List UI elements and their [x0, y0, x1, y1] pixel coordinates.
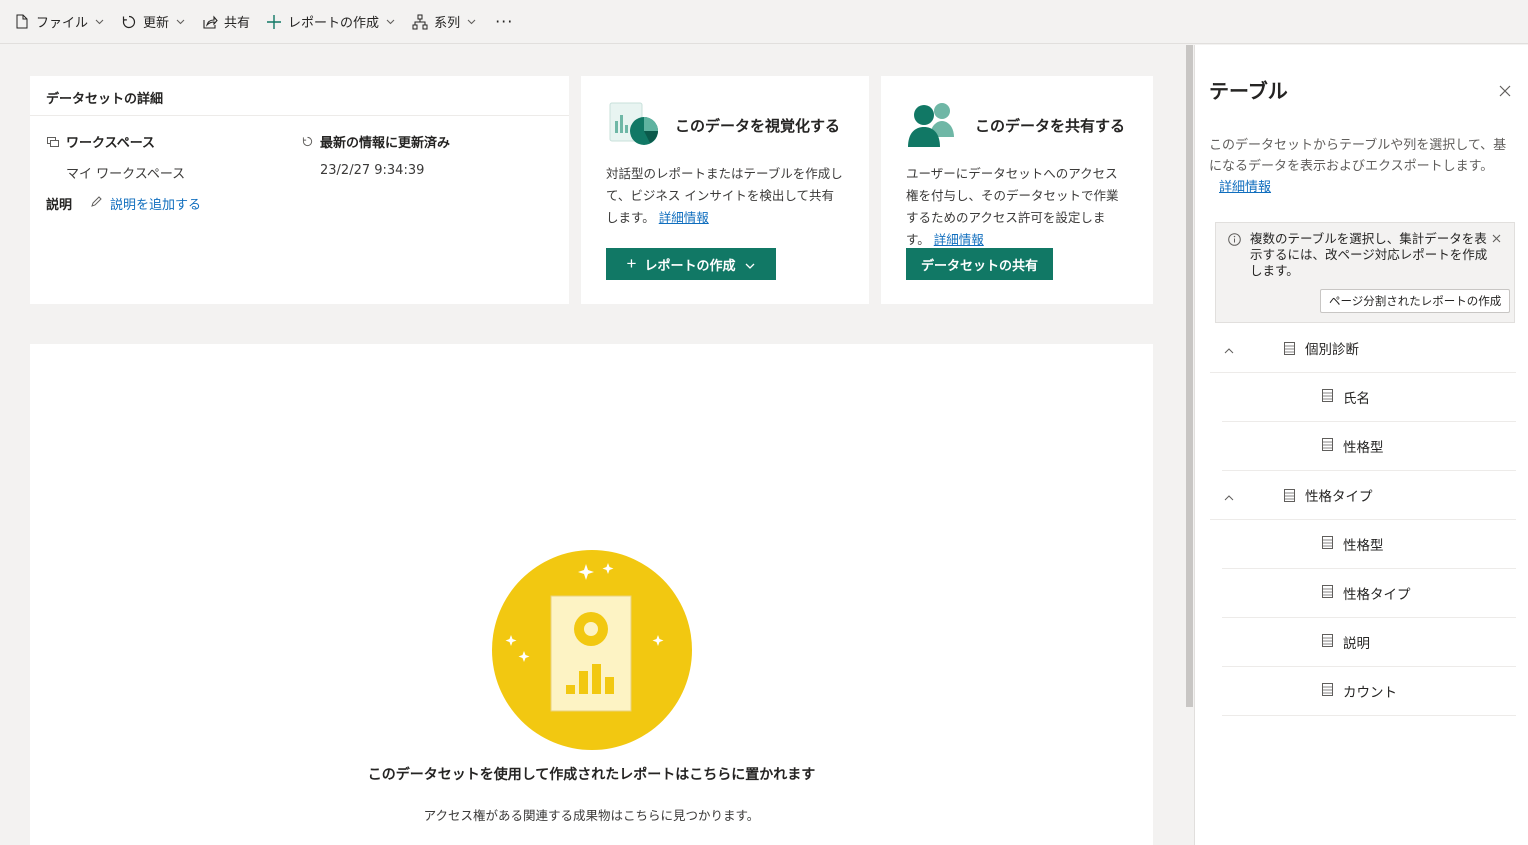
info-message-bar: 複数のテーブルを選択し、集計データを表示するには、改ページ対応レポートを作成しま… — [1215, 222, 1515, 323]
table-label: 性格タイプ — [1305, 489, 1373, 505]
refresh-icon — [121, 14, 137, 30]
refreshed-label: 最新の情報に更新済み — [320, 136, 451, 151]
visualize-body: 対話型のレポートまたはテーブルを作成して、ビジネス インサイトを検出して共有しま… — [606, 163, 844, 229]
share-button[interactable]: 共有 — [194, 6, 258, 38]
lineage-button[interactable]: 系列 — [404, 6, 485, 38]
table-icon — [1322, 388, 1333, 406]
table-icon — [1284, 342, 1295, 359]
column-row[interactable]: 性格タイプ — [1222, 569, 1516, 618]
visualize-title: このデータを視覚化する — [675, 117, 841, 135]
chevron-down-icon — [745, 257, 755, 272]
description-label: 説明 — [46, 198, 73, 213]
close-icon[interactable] — [1492, 232, 1502, 243]
pencil-icon — [90, 195, 103, 212]
info-message-text: 複数のテーブルを選択し、集計データを表示するには、改ページ対応レポートを作成しま… — [1250, 231, 1488, 278]
plus-icon: + — [626, 254, 637, 273]
share-icon — [202, 14, 218, 30]
workspace-block: ワークスペース マイ ワークスペース — [46, 132, 185, 182]
column-row[interactable]: 説明 — [1222, 618, 1516, 667]
share-illustration — [906, 101, 962, 151]
main-content: データセットの詳細 ワークスペース マイ ワークスペース 最新の情報に更新済み … — [0, 45, 1184, 845]
empty-reports-illustration — [491, 549, 693, 751]
create-report-label: レポートの作成 — [288, 16, 380, 31]
workspace-label: ワークスペース — [66, 136, 156, 151]
table-icon — [1322, 535, 1333, 553]
share-dataset-button-label: データセットの共有 — [920, 257, 1038, 273]
column-label: 説明 — [1343, 636, 1370, 652]
share-dataset-button[interactable]: データセットの共有 — [906, 248, 1053, 280]
share-title: このデータを共有する — [975, 117, 1126, 135]
chevron-down-icon — [176, 17, 186, 27]
more-icon[interactable]: ··· — [485, 6, 523, 38]
reports-card: このデータセットを使用して作成されたレポートはこちらに置かれます アクセス権があ… — [30, 344, 1153, 845]
chevron-down-icon — [386, 17, 396, 27]
table-tree: 個別診断 氏名 性格型 性格タイプ 性格型 性格タイプ 説明 カウント — [1210, 324, 1516, 716]
table-row-individual-diagnosis[interactable]: 個別診断 — [1210, 324, 1516, 373]
file-menu-button[interactable]: ファイル — [6, 6, 113, 38]
column-row[interactable]: 氏名 — [1222, 373, 1516, 422]
visualize-illustration — [606, 101, 662, 151]
chevron-down-icon — [467, 17, 477, 27]
add-description-label: 説明を追加する — [110, 198, 202, 213]
create-report-button[interactable]: レポートの作成 — [258, 6, 404, 38]
refresh-button[interactable]: 更新 — [113, 6, 194, 38]
details-header: データセットの詳細 — [30, 76, 569, 116]
panel-learn-more-link[interactable]: 詳細情報 — [1219, 180, 1271, 195]
caret-up-icon[interactable] — [1224, 342, 1234, 354]
column-label: 性格型 — [1343, 440, 1384, 456]
column-row[interactable]: 性格型 — [1222, 422, 1516, 471]
chevron-down-icon — [95, 17, 105, 27]
table-row-personality-type[interactable]: 性格タイプ — [1210, 471, 1516, 520]
panel-description: このデータセットからテーブルや列を選択して、基になるデータを表示およびエクスポー… — [1209, 135, 1509, 198]
command-bar: ファイル 更新 共有 レポートの作成 系列 ··· — [0, 0, 1528, 44]
reports-empty-subtitle: アクセス権がある関連する成果物はこちらに見つかります。 — [423, 808, 760, 823]
caret-up-icon[interactable] — [1224, 489, 1234, 501]
table-icon — [1322, 682, 1333, 700]
share-label: 共有 — [224, 16, 251, 31]
column-label: カウント — [1343, 685, 1397, 701]
column-label: 性格型 — [1343, 538, 1384, 554]
visualize-text: 対話型のレポートまたはテーブルを作成して、ビジネス インサイトを検出して共有しま… — [606, 166, 843, 225]
create-paginated-report-button[interactable]: ページ分割されたレポートの作成 — [1320, 289, 1511, 313]
table-icon — [1284, 489, 1295, 506]
visualize-learn-more-link[interactable]: 詳細情報 — [659, 210, 709, 225]
refreshed-block: 最新の情報に更新済み 23/2/27 9:34:39 — [300, 132, 450, 178]
panel-description-text: このデータセットからテーブルや列を選択して、基になるデータを表示およびエクスポー… — [1209, 138, 1507, 174]
panel-title: テーブル — [1209, 79, 1288, 103]
main-scrollbar-thumb[interactable] — [1186, 45, 1193, 707]
table-icon — [1322, 584, 1333, 602]
share-body: ユーザーにデータセットへのアクセス権を付与し、そのデータセットで作業するためのア… — [906, 163, 1128, 251]
table-icon — [1322, 437, 1333, 455]
close-icon[interactable] — [1497, 83, 1513, 99]
column-row[interactable]: 性格型 — [1222, 520, 1516, 569]
file-label: ファイル — [36, 16, 89, 31]
file-icon — [14, 14, 30, 30]
lineage-label: 系列 — [434, 16, 461, 31]
add-description-link[interactable]: 説明を追加する — [90, 194, 201, 213]
refresh-label: 更新 — [143, 16, 170, 31]
plus-icon — [266, 14, 282, 30]
description-row: 説明 説明を追加する — [46, 194, 201, 213]
table-icon — [1322, 633, 1333, 651]
refreshed-value: 23/2/27 9:34:39 — [320, 163, 425, 178]
share-card: このデータを共有する ユーザーにデータセットへのアクセス権を付与し、そのデータセ… — [881, 76, 1153, 304]
share-learn-more-link[interactable]: 詳細情報 — [934, 232, 984, 247]
column-row[interactable]: カウント — [1222, 667, 1516, 716]
create-report-primary-button[interactable]: + レポートの作成 — [606, 248, 776, 280]
column-label: 氏名 — [1343, 391, 1370, 407]
create-report-button-label: レポートの作成 — [644, 257, 736, 273]
lineage-icon — [412, 14, 428, 30]
refresh-small-icon — [300, 135, 314, 149]
info-icon — [1228, 233, 1242, 247]
dataset-details-card: データセットの詳細 ワークスペース マイ ワークスペース 最新の情報に更新済み … — [30, 76, 569, 304]
column-label: 性格タイプ — [1343, 587, 1411, 603]
tables-panel: テーブル このデータセットからテーブルや列を選択して、基になるデータを表示および… — [1194, 45, 1528, 845]
workspace-icon — [46, 135, 60, 149]
table-label: 個別診断 — [1305, 342, 1359, 358]
workspace-value: マイ ワークスペース — [66, 167, 186, 182]
visualize-card: このデータを視覚化する 対話型のレポートまたはテーブルを作成して、ビジネス イン… — [581, 76, 869, 304]
reports-empty-title: このデータセットを使用して作成されたレポートはこちらに置かれます — [367, 767, 816, 783]
